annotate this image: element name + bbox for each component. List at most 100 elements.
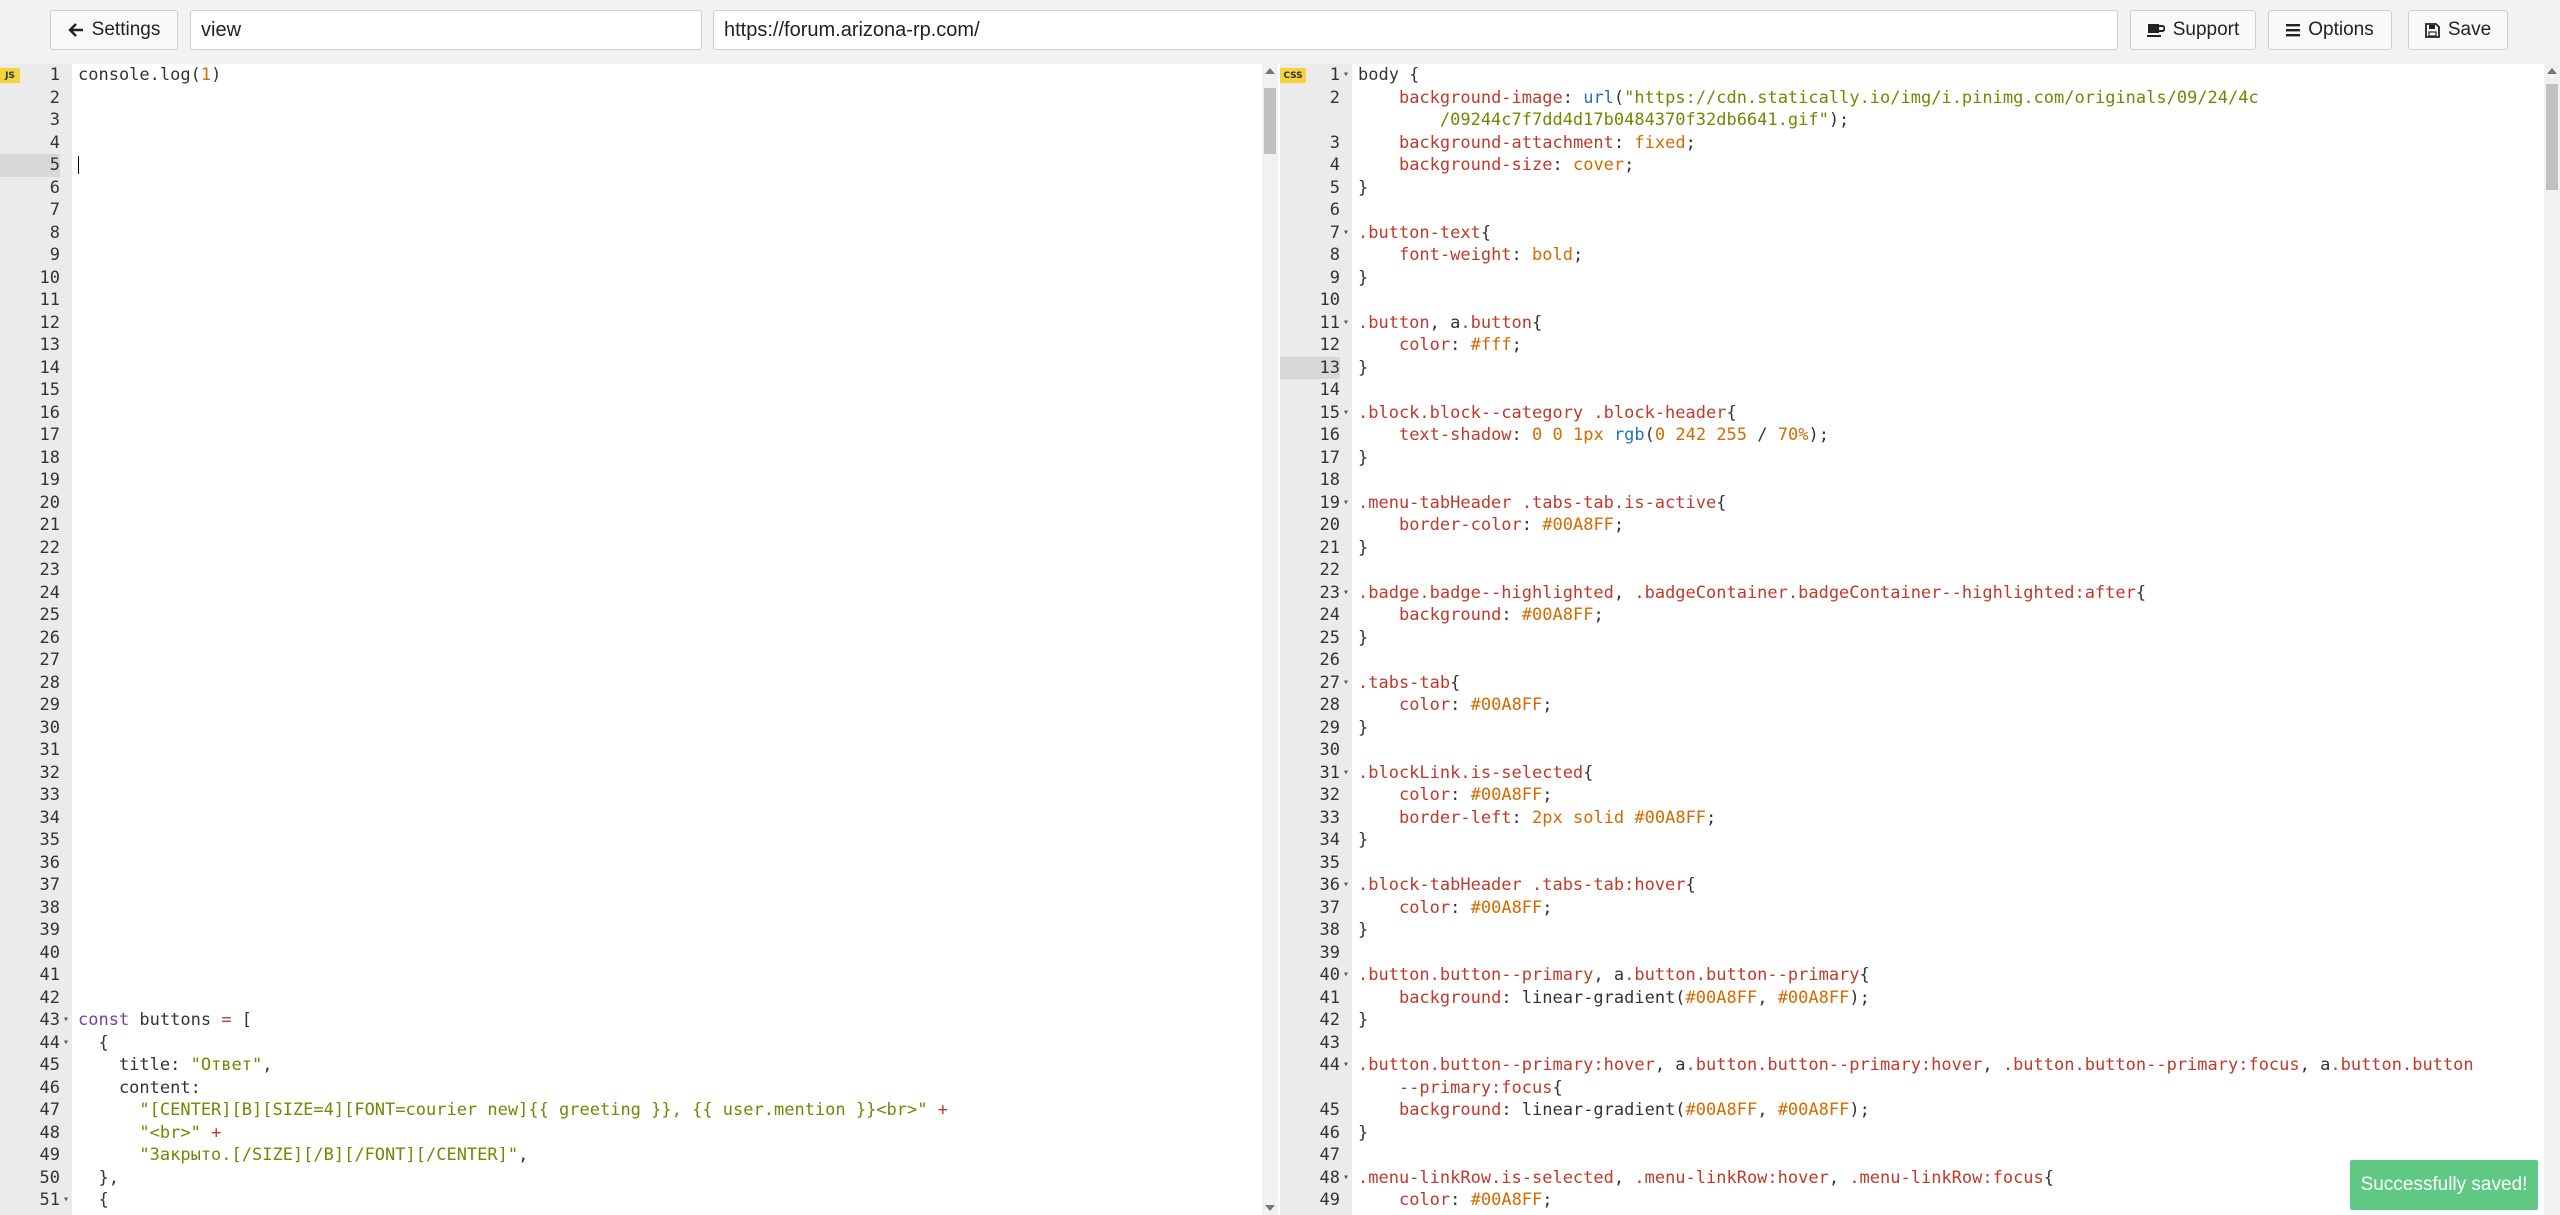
code-line[interactable]: 12 (0, 312, 1278, 335)
code-line[interactable]: 14 (0, 357, 1278, 380)
scroll-up-arrow-icon[interactable] (2547, 68, 2557, 74)
code-line[interactable]: 22 (1280, 559, 2560, 582)
code-line[interactable]: 44 ▾ .button.button--primary:hover, a.butt… (1280, 1054, 2560, 1077)
code-line[interactable]: 36 ▾ .block-tabHeader .tabs-tab:hover{ (1280, 874, 2560, 897)
code-line[interactable]: 28 color: #00A8FF; (1280, 694, 2560, 717)
fold-arrow-icon[interactable]: ▾ (1340, 402, 1352, 425)
code-line[interactable]: 39 (1280, 942, 2560, 965)
code-line[interactable]: 6 (1280, 199, 2560, 222)
css-scrollbar[interactable] (2544, 64, 2560, 1215)
code-line[interactable]: 23 ▾ .badge.badge--highlighted, .badgeCont… (1280, 582, 2560, 605)
fold-arrow-icon[interactable]: ▾ (60, 1189, 72, 1212)
js-scroll-thumb[interactable] (1264, 88, 1276, 154)
css-code-area[interactable]: 1 ▾ body {2 background-image: url("https:/… (1280, 64, 2560, 1212)
code-line[interactable]: 40 (0, 942, 1278, 965)
code-line[interactable]: 16 text-shadow: 0 0 1px rgb(0 242 255 / … (1280, 424, 2560, 447)
code-line[interactable]: 45 title: "Ответ", (0, 1054, 1278, 1077)
code-line[interactable]: 38} (1280, 919, 2560, 942)
scroll-down-arrow-icon[interactable] (1265, 1205, 1275, 1211)
js-scrollbar[interactable] (1262, 64, 1278, 1215)
fold-arrow-icon[interactable]: ▾ (60, 1032, 72, 1055)
code-line[interactable]: 35 (0, 829, 1278, 852)
code-line[interactable]: 14 (1280, 379, 2560, 402)
options-button[interactable]: Options (2268, 10, 2392, 50)
code-line[interactable]: 18 (1280, 469, 2560, 492)
code-line[interactable]: 43 (1280, 1032, 2560, 1055)
code-line[interactable]: 33 (0, 784, 1278, 807)
fold-arrow-icon[interactable]: ▾ (1340, 582, 1352, 605)
code-line[interactable]: 3 (0, 109, 1278, 132)
code-line[interactable]: 19 ▾ .menu-tabHeader .tabs-tab.is-active{ (1280, 492, 2560, 515)
code-line[interactable]: 3 background-attachment: fixed; (1280, 132, 2560, 155)
code-line[interactable]: 37 (0, 874, 1278, 897)
code-line[interactable]: 34 (0, 807, 1278, 830)
code-line[interactable]: 28 (0, 672, 1278, 695)
code-line[interactable]: 21} (1280, 537, 2560, 560)
code-line[interactable]: 5 (0, 154, 1278, 177)
code-line[interactable]: 5} (1280, 177, 2560, 200)
code-line[interactable]: 15 ▾ .block.block--category .block-header{ (1280, 402, 2560, 425)
code-line[interactable]: --primary:focus{ (1280, 1077, 2560, 1100)
code-line[interactable]: 43 ▾ const buttons = [ (0, 1009, 1278, 1032)
code-line[interactable]: 10 (0, 267, 1278, 290)
fold-arrow-icon[interactable]: ▾ (1340, 964, 1352, 987)
code-line[interactable]: 30 (1280, 739, 2560, 762)
code-line[interactable]: 2 background-image: url("https://cdn.sta… (1280, 87, 2560, 110)
code-line[interactable]: 24 background: #00A8FF; (1280, 604, 2560, 627)
code-line[interactable]: 41 background: linear-gradient(#00A8FF, … (1280, 987, 2560, 1010)
code-line[interactable]: 32 color: #00A8FF; (1280, 784, 2560, 807)
code-line[interactable]: 11 ▾ .button, a.button{ (1280, 312, 2560, 335)
code-line[interactable]: 32 (0, 762, 1278, 785)
code-line[interactable]: 9 (0, 244, 1278, 267)
code-line[interactable]: 41 (0, 964, 1278, 987)
css-scroll-thumb[interactable] (2546, 84, 2558, 190)
code-line[interactable]: 42 (0, 987, 1278, 1010)
fold-arrow-icon[interactable]: ▾ (1340, 1167, 1352, 1190)
code-line[interactable]: 51 ▾ { (0, 1189, 1278, 1212)
code-line[interactable]: 23 (0, 559, 1278, 582)
code-line[interactable]: 46 content: (0, 1077, 1278, 1100)
code-line[interactable]: 27 ▾ .tabs-tab{ (1280, 672, 2560, 695)
fold-arrow-icon[interactable]: ▾ (1340, 874, 1352, 897)
fold-arrow-icon[interactable]: ▾ (1340, 492, 1352, 515)
code-line[interactable]: 36 (0, 852, 1278, 875)
code-line[interactable]: 10 (1280, 289, 2560, 312)
fold-arrow-icon[interactable]: ▾ (1340, 64, 1352, 87)
code-line[interactable]: 30 (0, 717, 1278, 740)
code-line[interactable]: 31 ▾ .blockLink.is-selected{ (1280, 762, 2560, 785)
code-line[interactable]: 29} (1280, 717, 2560, 740)
code-line[interactable]: 44 ▾ { (0, 1032, 1278, 1055)
code-line[interactable]: 42} (1280, 1009, 2560, 1032)
code-line[interactable]: 21 (0, 514, 1278, 537)
code-line[interactable]: 4 background-size: cover; (1280, 154, 2560, 177)
code-line[interactable]: 20 border-color: #00A8FF; (1280, 514, 2560, 537)
code-line[interactable]: 9} (1280, 267, 2560, 290)
code-line[interactable]: 1 ▾ body { (1280, 64, 2560, 87)
code-line[interactable]: 39 (0, 919, 1278, 942)
code-line[interactable]: 47 "[CENTER][B][SIZE=4][FONT=courier new… (0, 1099, 1278, 1122)
code-line[interactable]: 24 (0, 582, 1278, 605)
code-line[interactable]: 25} (1280, 627, 2560, 650)
fold-arrow-icon[interactable]: ▾ (1340, 222, 1352, 245)
settings-button[interactable]: Settings (50, 10, 178, 50)
code-line[interactable]: 34} (1280, 829, 2560, 852)
fold-arrow-icon[interactable]: ▾ (1340, 762, 1352, 785)
code-line[interactable]: 22 (0, 537, 1278, 560)
code-line[interactable]: 45 background: linear-gradient(#00A8FF, … (1280, 1099, 2560, 1122)
code-line[interactable]: 7 (0, 199, 1278, 222)
css-editor[interactable]: CSS 1 ▾ body {2 background-image: url("htt… (1280, 64, 2560, 1215)
code-line[interactable]: 8 font-weight: bold; (1280, 244, 2560, 267)
code-line[interactable]: 19 (0, 469, 1278, 492)
code-line[interactable]: 25 (0, 604, 1278, 627)
code-line[interactable]: 18 (0, 447, 1278, 470)
code-line[interactable]: 37 color: #00A8FF; (1280, 897, 2560, 920)
fold-arrow-icon[interactable]: ▾ (1340, 312, 1352, 335)
js-editor[interactable]: JS 1 console.log(1) 2 3 4 5 6 7 8 9 10 11 12 13 14 15 16… (0, 64, 1278, 1215)
code-line[interactable]: 4 (0, 132, 1278, 155)
code-line[interactable]: 13 (0, 334, 1278, 357)
code-line[interactable]: 2 (0, 87, 1278, 110)
code-line[interactable]: 38 (0, 897, 1278, 920)
code-line[interactable]: 26 (1280, 649, 2560, 672)
url-input[interactable] (713, 10, 2118, 50)
code-line[interactable]: 27 (0, 649, 1278, 672)
